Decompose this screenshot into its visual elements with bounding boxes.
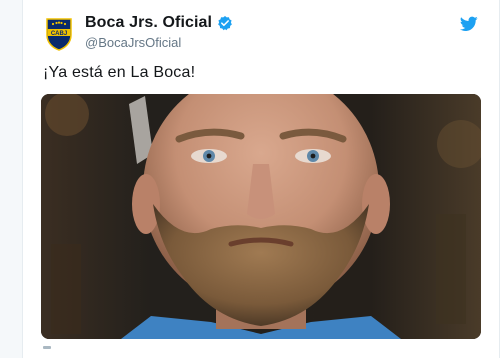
club-crest-avatar[interactable]: CABJ (45, 17, 73, 51)
display-name-row: Boca Jrs. Oficial (85, 12, 233, 34)
photo-portrait (41, 94, 481, 339)
author-handle[interactable]: @BocaJrsOficial (85, 35, 233, 50)
tweet-media-photo[interactable] (41, 94, 481, 339)
tweet-text: ¡Ya está en La Boca! (43, 64, 196, 81)
author-display-name[interactable]: Boca Jrs. Oficial (85, 14, 212, 32)
tweet-header: CABJ Boca Jrs. Oficial @BocaJrsOficial (23, 0, 499, 58)
twitter-bird-icon[interactable] (460, 16, 478, 32)
author-block: Boca Jrs. Oficial @BocaJrsOficial (85, 12, 233, 50)
tweet-footer-fragment (43, 346, 51, 349)
avatar-monogram: CABJ (51, 31, 67, 37)
tweet-card[interactable]: CABJ Boca Jrs. Oficial @BocaJrsOficial ¡… (22, 0, 500, 358)
verified-badge-icon (218, 16, 232, 31)
